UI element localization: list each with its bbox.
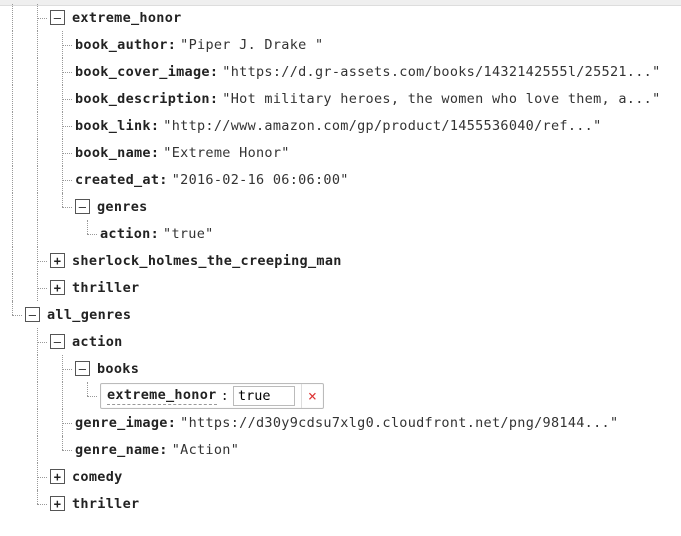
node-key: genres: [97, 199, 148, 215]
leaf-book-link[interactable]: book_link:"http://www.amazon.com/gp/prod…: [0, 112, 681, 139]
leaf-key: genre_name: [75, 442, 159, 458]
leaf-value: "http://www.amazon.com/gp/product/145553…: [163, 118, 601, 134]
leaf-key: book_author: [75, 37, 168, 53]
node-key: action: [72, 334, 123, 350]
node-thriller-2[interactable]: thriller: [0, 490, 681, 517]
node-sherlock[interactable]: sherlock_holmes_the_creeping_man: [0, 247, 681, 274]
edit-key[interactable]: extreme_honor: [107, 387, 217, 405]
leaf-key: genre_image: [75, 415, 168, 431]
node-key: books: [97, 361, 139, 377]
leaf-book-cover-image[interactable]: book_cover_image:"https://d.gr-assets.co…: [0, 58, 681, 85]
leaf-value: "Action": [172, 442, 239, 458]
leaf-genre-name[interactable]: genre_name:"Action": [0, 436, 681, 463]
leaf-value: "Piper J. Drake ": [180, 37, 323, 53]
leaf-value: "true": [163, 226, 214, 242]
leaf-key: book_name: [75, 145, 151, 161]
toggle-icon[interactable]: [50, 469, 65, 484]
tree-root: extreme_honor book_author:"Piper J. Drak…: [0, 0, 681, 517]
node-key: comedy: [72, 469, 123, 485]
toggle-icon[interactable]: [50, 496, 65, 511]
leaf-value: "https://d30y9cdsu7xlg0.cloudfront.net/p…: [180, 415, 618, 431]
leaf-key: book_cover_image: [75, 64, 210, 80]
top-separator: [0, 0, 681, 6]
leaf-genres-action[interactable]: action:"true": [0, 220, 681, 247]
leaf-value: "Extreme Honor": [163, 145, 289, 161]
node-extreme-honor[interactable]: extreme_honor: [0, 4, 681, 31]
leaf-value: "Hot military heroes, the women who love…: [222, 91, 660, 107]
leaf-key: book_description: [75, 91, 210, 107]
node-genres[interactable]: genres: [0, 193, 681, 220]
leaf-value: "2016-02-16 06:06:00": [172, 172, 349, 188]
toggle-icon[interactable]: [50, 280, 65, 295]
node-key: all_genres: [47, 307, 131, 323]
toggle-icon[interactable]: [75, 361, 90, 376]
node-key: thriller: [72, 496, 139, 512]
leaf-genre-image[interactable]: genre_image:"https://d30y9cdsu7xlg0.clou…: [0, 409, 681, 436]
leaf-key: created_at: [75, 172, 159, 188]
edit-row-extreme-honor[interactable]: extreme_honor: ×: [0, 382, 681, 409]
leaf-value: "https://d.gr-assets.com/books/143214255…: [222, 64, 660, 80]
node-thriller-1[interactable]: thriller: [0, 274, 681, 301]
leaf-book-author[interactable]: book_author:"Piper J. Drake ": [0, 31, 681, 58]
toggle-icon[interactable]: [50, 253, 65, 268]
delete-icon[interactable]: ×: [301, 384, 323, 408]
toggle-icon[interactable]: [25, 307, 40, 322]
leaf-created-at[interactable]: created_at:"2016-02-16 06:06:00": [0, 166, 681, 193]
node-comedy[interactable]: comedy: [0, 463, 681, 490]
node-key: extreme_honor: [72, 10, 182, 26]
edit-value-input[interactable]: [233, 386, 295, 406]
leaf-key: action: [100, 226, 151, 242]
toggle-icon[interactable]: [50, 10, 65, 25]
leaf-key: book_link: [75, 118, 151, 134]
leaf-book-name[interactable]: book_name:"Extreme Honor": [0, 139, 681, 166]
node-key: sherlock_holmes_the_creeping_man: [72, 253, 342, 269]
toggle-icon[interactable]: [50, 334, 65, 349]
node-all-genres-action[interactable]: action: [0, 328, 681, 355]
node-books[interactable]: books: [0, 355, 681, 382]
node-all-genres[interactable]: all_genres: [0, 301, 681, 328]
node-key: thriller: [72, 280, 139, 296]
leaf-book-description[interactable]: book_description:"Hot military heroes, t…: [0, 85, 681, 112]
toggle-icon[interactable]: [75, 199, 90, 214]
inline-editor[interactable]: extreme_honor: ×: [100, 383, 324, 409]
